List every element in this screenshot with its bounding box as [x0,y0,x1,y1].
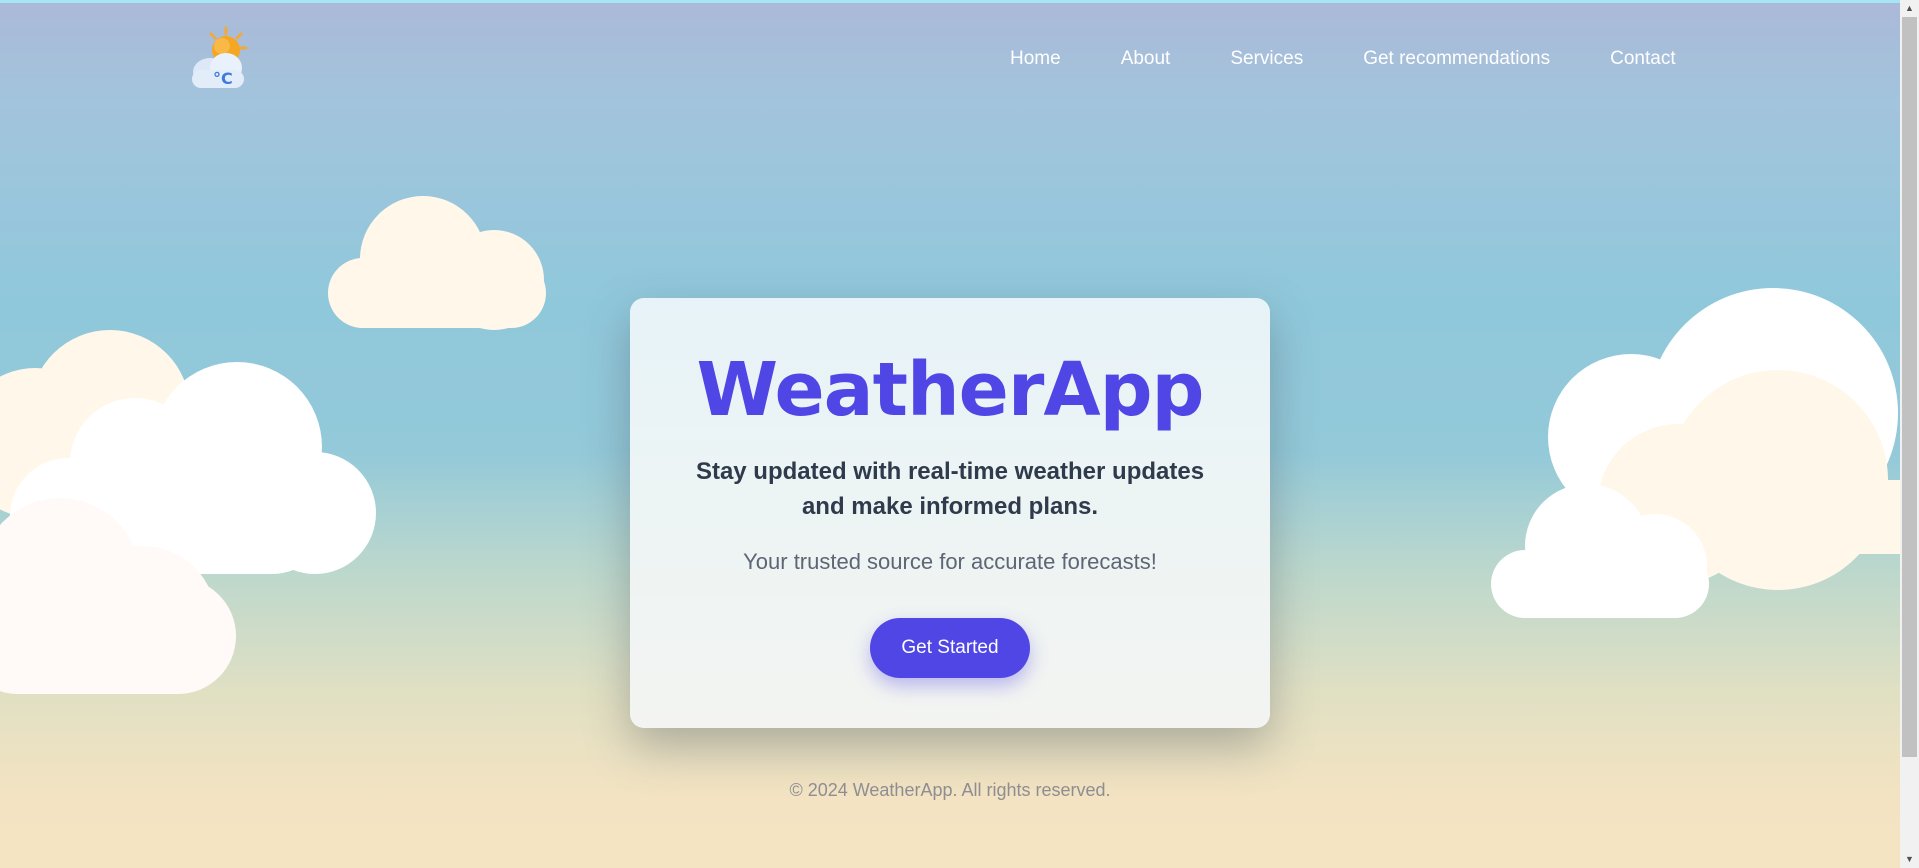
hero-card: WeatherApp Stay updated with real-time w… [630,298,1270,728]
footer-copyright: © 2024 WeatherApp. All rights reserved. [789,780,1111,800]
nav-about[interactable]: About [1121,47,1171,71]
scroll-up-arrow-icon[interactable]: ▲ [1900,0,1919,17]
hero-title: WeatherApp [696,347,1204,433]
hero-subtitle: Stay updated with real-time weather upda… [695,458,1205,520]
nav-contact[interactable]: Contact [1610,47,1675,71]
cloud-decoration [0,498,236,694]
scrollbar-thumb[interactable] [1902,17,1917,757]
main-nav: Home About Services Get recommendations … [1010,47,1676,71]
logo[interactable]: °C [186,26,252,92]
cloud-decoration [1491,484,1709,618]
weather-logo-icon: °C [192,26,248,88]
get-started-button[interactable]: Get Started [870,618,1030,678]
nav-home[interactable]: Home [1010,47,1061,71]
hero-tagline: Your trusted source for accurate forecas… [743,549,1157,574]
page-background: °C Home About Services Get recommendatio… [0,0,1900,868]
nav-get-recommendations[interactable]: Get recommendations [1363,47,1550,71]
vertical-scrollbar[interactable]: ▲ ▼ [1900,0,1919,868]
logo-text: °C [213,69,233,88]
scroll-down-arrow-icon[interactable]: ▼ [1900,851,1919,868]
nav-services[interactable]: Services [1230,47,1303,71]
top-accent-strip [0,0,1900,3]
cloud-decoration [328,196,546,331]
